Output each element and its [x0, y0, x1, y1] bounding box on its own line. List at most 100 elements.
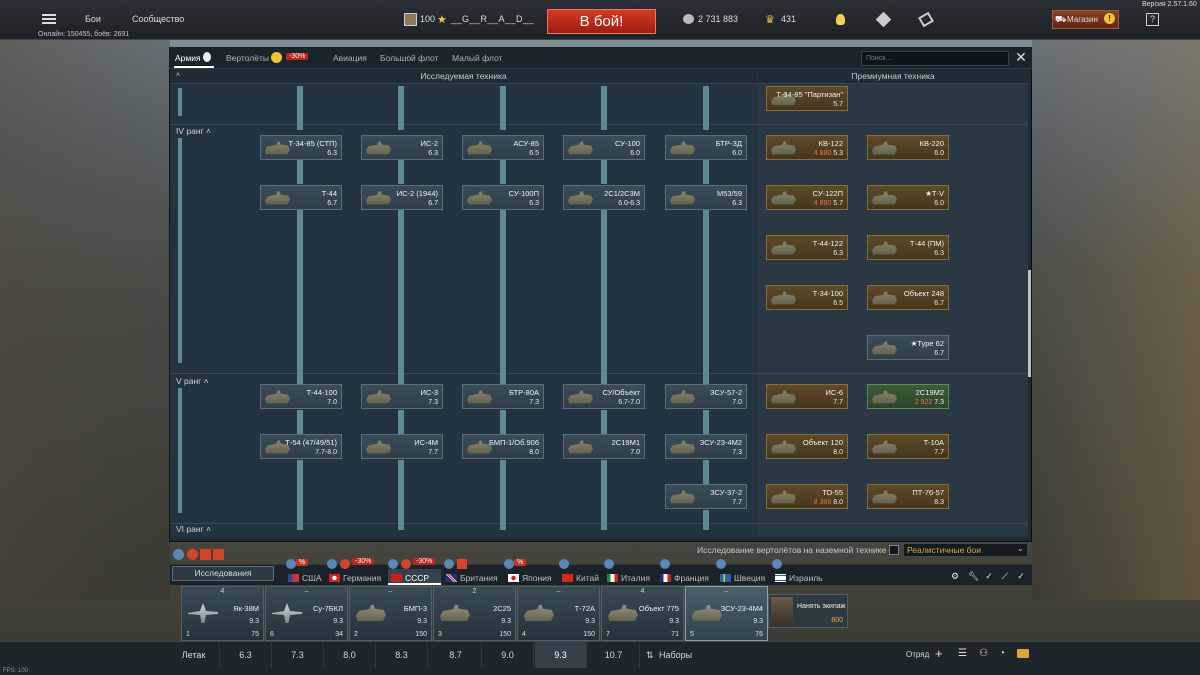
crew-slot[interactable]: – БМП-3 9.3 2 150	[349, 586, 432, 641]
nation-israel[interactable]: Израиль	[775, 573, 823, 583]
premium-vehicle-card[interactable]: ТО-55 8 388 8.0	[766, 484, 848, 509]
scrollbar[interactable]	[1028, 270, 1031, 377]
mail-icon[interactable]	[1017, 649, 1029, 658]
premium-vehicle-card[interactable]: Объект 248 6.7	[867, 285, 949, 310]
list-icon[interactable]: ☰	[958, 648, 967, 659]
collapse-icon[interactable]: ˄	[176, 72, 180, 79]
nation-britain[interactable]: Британия	[446, 573, 498, 583]
crew-slot-selected[interactable]: – ЗСУ-23-4М4 9.3 5 76	[685, 586, 768, 641]
nation-italy[interactable]: Италия	[607, 573, 650, 583]
slot-vehicle-name: Т-72А	[574, 604, 595, 613]
premium-vehicle-card[interactable]: Т-34-100 6.5	[766, 285, 848, 310]
avatar[interactable]	[404, 13, 417, 26]
vehicle-group-card[interactable]: БМП-1/Об.906 8.0	[462, 434, 544, 459]
br-filter[interactable]: 9.0	[482, 642, 534, 668]
vehicle-card[interactable]: Т-34-85 (СТП) 6.3	[260, 135, 342, 160]
search-input[interactable]	[861, 51, 1009, 66]
premium-vehicle-card[interactable]: Т-44 (ПМ) 6.3	[867, 235, 949, 260]
crew-slot[interactable]: 4 Объект 775 9.3 7 71	[601, 586, 684, 641]
tab-bluewater-fleet[interactable]: Большой флот	[380, 53, 438, 63]
vehicle-card[interactable]: БТР-80А 7.3	[462, 384, 544, 409]
help-button[interactable]: ?	[1146, 13, 1159, 26]
vehicle-card[interactable]: АСУ-85 6.5	[462, 135, 544, 160]
premium-vehicle-card[interactable]: СУ-122П 4 880 5.7	[766, 185, 848, 210]
vehicle-card[interactable]: Т-44-100 7.0	[260, 384, 342, 409]
tab-coastal-fleet[interactable]: Малый флот	[452, 53, 502, 63]
premium-vehicle-card[interactable]: ★Т-V 6.0	[867, 185, 949, 210]
premium-vehicle-card[interactable]: КВ-220 6.0	[867, 135, 949, 160]
repair-icon[interactable]: ⟋	[1000, 571, 1010, 581]
br-filter[interactable]: 7.3	[272, 642, 324, 668]
nation-sweden[interactable]: Швеция	[720, 573, 765, 583]
close-icon[interactable]: ✕	[1013, 49, 1029, 65]
crew-slot[interactable]: – Су-7БКЛ 9.3 6 34	[265, 586, 348, 641]
premium-vehicle-card[interactable]: Т-44-122 6.3	[766, 235, 848, 260]
rank-v-label[interactable]: V ранг ˄	[176, 376, 209, 386]
rank-iv-label[interactable]: IV ранг ˄	[176, 126, 211, 136]
vehicle-card[interactable]: СУ-100П 6.3	[462, 185, 544, 210]
vehicle-card[interactable]: БТР-ЗД 6.0	[665, 135, 747, 160]
vehicle-card[interactable]: ИС-2 (1944) 6.7	[361, 185, 443, 210]
vehicle-card[interactable]: 2С19М1 7.0	[563, 434, 645, 459]
vehicle-card[interactable]: ИС-3 7.3	[361, 384, 443, 409]
vehicle-card[interactable]: ЗСУ-57-2 7.0	[665, 384, 747, 409]
vehicle-card[interactable]: Т-44 6.7	[260, 185, 342, 210]
hire-crew-button[interactable]: Нанять экипаж 800	[768, 594, 848, 628]
squadron-vehicle-card[interactable]: 2С19М2 2 922 7.3	[867, 384, 949, 409]
br-filter[interactable]: 6.3	[220, 642, 272, 668]
vehicle-card[interactable]: ★Type 62 6.7	[867, 335, 949, 360]
player-name[interactable]: __G__R__A__D__	[451, 14, 534, 24]
vehicle-br: 7.3	[428, 399, 438, 406]
crew-slot[interactable]: 4 Як-38М 9.3 1 75	[181, 586, 264, 641]
check-icon[interactable]: ✓	[984, 571, 994, 581]
nation-germany[interactable]: Германия	[329, 573, 381, 583]
vehicle-group-card[interactable]: 2С1/2С3М 6.0-6.3	[563, 185, 645, 210]
premium-vehicle-card[interactable]: Т-34-85 "Партизан" 5.7	[766, 86, 848, 111]
premium-vehicle-card[interactable]: ПТ-76-57 8.3	[867, 484, 949, 509]
premium-vehicle-card[interactable]: Объект 120 8.0	[766, 434, 848, 459]
nation-ussr[interactable]: СССР	[391, 573, 429, 583]
to-battle-button[interactable]: В бой!	[547, 9, 656, 34]
vehicle-group-card[interactable]: Т-54 (47/49/51) 7.7-8.0	[260, 434, 342, 459]
tank-icon	[692, 605, 722, 621]
tab-helicopters[interactable]: Вертолёты	[226, 53, 269, 63]
friends-icon[interactable]: ⚇	[979, 648, 988, 659]
vehicle-card[interactable]: М53/59 6.3	[665, 185, 747, 210]
lightbulb-icon[interactable]	[836, 14, 845, 25]
chat-icon[interactable]: ◔	[999, 648, 1005, 659]
research-button[interactable]: Исследования	[172, 566, 274, 581]
br-filter-selected[interactable]: 9.3	[535, 642, 587, 668]
menu-icon[interactable]	[42, 14, 56, 24]
vehicle-card[interactable]: ИС-4М 7.7	[361, 434, 443, 459]
premium-vehicle-card[interactable]: ИС-6 7.7	[766, 384, 848, 409]
vehicle-group-card[interactable]: СУ/Объект 6.7-7.0	[563, 384, 645, 409]
br-filter[interactable]: 8.3	[376, 642, 428, 668]
vehicle-card[interactable]: СУ-100 6.0	[563, 135, 645, 160]
tab-aviation[interactable]: Авиация	[333, 53, 367, 63]
nation-japan[interactable]: Япония	[508, 573, 552, 583]
check-icon[interactable]: ✓	[1016, 571, 1026, 581]
rank-vi-label[interactable]: VI ранг ˄	[176, 524, 211, 534]
game-mode-select[interactable]: Реалистичные бои	[903, 543, 1028, 557]
nation-france[interactable]: Франция	[660, 573, 709, 583]
premium-vehicle-card[interactable]: КВ-122 4 880 5.3	[766, 135, 848, 160]
crew-slot[interactable]: 2 2С25 9.3 3 150	[433, 586, 516, 641]
nav-community[interactable]: Сообщество	[132, 14, 184, 24]
br-filter[interactable]: 10.7	[588, 642, 640, 668]
vehicle-card[interactable]: ЗСУ-37-2 7.7	[665, 484, 747, 509]
vehicle-card[interactable]: ИС-2 6.3	[361, 135, 443, 160]
heli-research-checkbox[interactable]	[889, 545, 899, 555]
vehicle-card[interactable]: ЗСУ-23-4М2 7.3	[665, 434, 747, 459]
nation-china[interactable]: Китай	[562, 573, 599, 583]
wrench-icon[interactable]: 🔧︎	[968, 571, 979, 581]
presets-button[interactable]: Наборы	[659, 650, 692, 660]
nav-battles[interactable]: Бои	[85, 14, 101, 24]
nation-usa[interactable]: США	[288, 573, 322, 583]
br-filter[interactable]: 8.7	[430, 642, 482, 668]
add-icon[interactable]: +	[935, 646, 943, 661]
premium-vehicle-card[interactable]: Т-10А 7.7	[867, 434, 949, 459]
gear-icon[interactable]: ⚙	[950, 571, 960, 581]
br-filter[interactable]: 8.0	[324, 642, 376, 668]
tab-army[interactable]: Армия	[175, 53, 201, 63]
crew-slot[interactable]: – Т-72А 9.3 4 150	[517, 586, 600, 641]
